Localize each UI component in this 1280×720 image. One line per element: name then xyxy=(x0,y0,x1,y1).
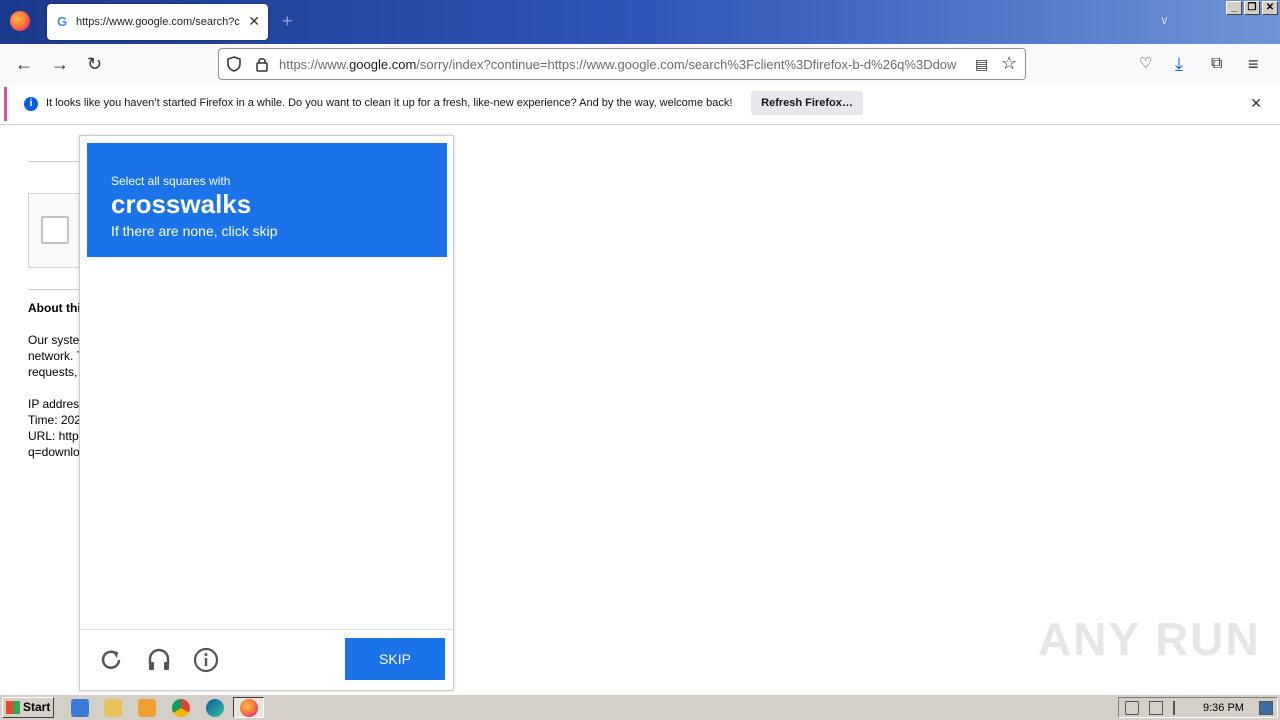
audio-challenge-icon[interactable] xyxy=(145,646,173,674)
bookmark-star-icon[interactable]: ☆ xyxy=(1001,53,1017,74)
action-center-flag-icon[interactable] xyxy=(1173,701,1187,715)
show-desktop-icon[interactable] xyxy=(1259,701,1273,715)
clock[interactable]: 9:36 PM xyxy=(1203,702,1244,714)
refresh-firefox-button[interactable]: Refresh Firefox… xyxy=(751,91,863,115)
new-tab-icon[interactable]: + xyxy=(282,11,293,32)
firefox-icon xyxy=(240,699,258,717)
shield-icon[interactable] xyxy=(227,56,241,72)
google-favicon-icon: G xyxy=(57,14,68,29)
title-bar: G https://www.google.com/search?c ✕ + ∨ … xyxy=(0,0,1280,44)
notification-message: It looks like you haven’t started Firefo… xyxy=(46,97,733,109)
captcha-instruction: Select all squares with xyxy=(111,174,231,188)
url-bar[interactable]: https://www.google.com/sorry/index?conti… xyxy=(218,48,1026,80)
page-text-line: Time: 2023 xyxy=(28,413,80,427)
firefox-taskbar-button[interactable] xyxy=(233,697,264,718)
browser-tab[interactable]: G https://www.google.com/search?c ✕ xyxy=(47,4,268,40)
anyrun-watermark: ANY RUN xyxy=(1038,613,1261,665)
captcha-challenge: Select all squares with crosswalks If th… xyxy=(79,135,454,691)
start-label: Start xyxy=(23,700,51,714)
close-notification-icon[interactable]: ✕ xyxy=(1250,95,1262,112)
page-text-line: q=download xyxy=(28,445,80,459)
page-text-line: Our systems have detected unusual traffi… xyxy=(28,333,80,347)
minimize-icon[interactable]: _ xyxy=(1226,1,1242,15)
reload-icon[interactable]: ↻ xyxy=(87,54,102,74)
lock-icon[interactable] xyxy=(255,56,269,72)
back-icon[interactable]: ← xyxy=(15,54,33,74)
about-heading: About this page xyxy=(28,301,80,315)
downloads-icon[interactable]: ⤓ xyxy=(1175,54,1183,74)
reload-challenge-icon[interactable] xyxy=(97,646,125,674)
page-text-line: requests, and not a robot. xyxy=(28,365,80,379)
page-text-line: URL: https://www.google.com/search xyxy=(28,429,80,443)
volume-icon[interactable] xyxy=(1125,701,1139,715)
nav-bar: ← → ↻ https://www.google.com/sorry/index… xyxy=(0,44,1280,84)
page-text-line: IP address: xyxy=(28,397,80,411)
internet-explorer-icon[interactable] xyxy=(71,699,89,717)
divider xyxy=(0,124,1280,125)
url-text[interactable]: https://www.google.com/sorry/index?conti… xyxy=(279,57,969,72)
window-controls: _ ❐ ✕ xyxy=(1226,1,1278,15)
captcha-header: Select all squares with crosswalks If th… xyxy=(87,143,447,257)
windows-flag-icon xyxy=(6,701,20,714)
system-tray: 9:36 PM xyxy=(1118,697,1278,718)
info-icon: i xyxy=(24,97,38,111)
firefox-logo-icon[interactable] xyxy=(10,11,30,31)
skip-button[interactable]: SKIP xyxy=(345,638,445,680)
captcha-hint: If there are none, click skip xyxy=(111,223,278,239)
folder-icon[interactable] xyxy=(104,699,122,717)
restore-icon[interactable]: ❐ xyxy=(1244,1,1260,15)
close-tab-icon[interactable]: ✕ xyxy=(248,13,260,30)
network-icon[interactable] xyxy=(1149,701,1163,715)
edge-icon[interactable] xyxy=(206,699,224,717)
pocket-icon[interactable]: ♡ xyxy=(1139,54,1152,74)
chrome-icon[interactable] xyxy=(172,699,190,717)
recaptcha-checkbox[interactable] xyxy=(41,216,69,244)
captcha-target: crosswalks xyxy=(111,189,252,219)
extensions-icon[interactable]: ⧉ xyxy=(1211,54,1222,74)
taskbar: Start 9:36 PM xyxy=(0,694,1280,720)
reader-view-icon[interactable]: ▤ xyxy=(975,56,988,73)
divider xyxy=(80,629,453,630)
start-button[interactable]: Start xyxy=(2,697,54,718)
close-window-icon[interactable]: ✕ xyxy=(1262,1,1278,15)
list-tabs-icon[interactable]: ∨ xyxy=(1160,13,1169,27)
menu-icon[interactable]: ≡ xyxy=(1248,54,1259,74)
tab-title: https://www.google.com/search?c xyxy=(76,16,240,28)
notification-bar: i It looks like you haven’t started Fire… xyxy=(4,87,1276,121)
page-text-line: network. This page checks to see if it's… xyxy=(28,349,80,363)
info-challenge-icon[interactable] xyxy=(192,646,220,674)
media-player-icon[interactable] xyxy=(138,699,156,717)
forward-icon[interactable]: → xyxy=(51,54,69,74)
